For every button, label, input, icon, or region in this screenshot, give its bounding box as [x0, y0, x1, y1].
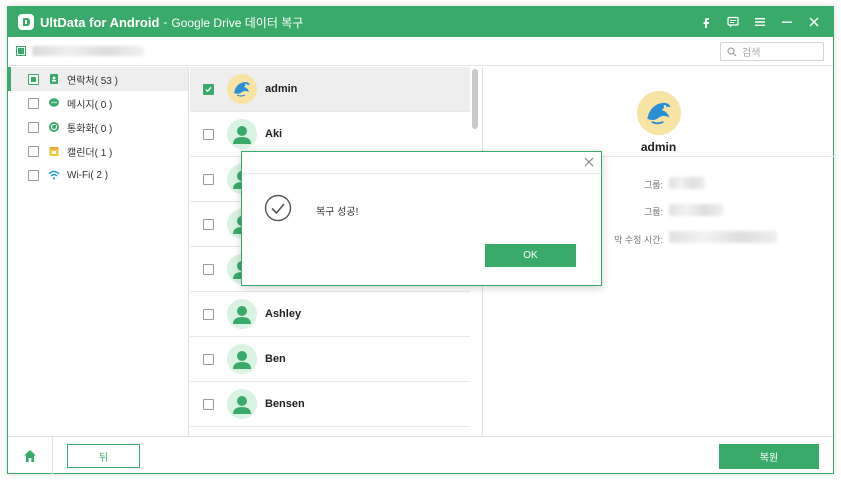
contact-checkbox[interactable]	[203, 353, 214, 365]
sidebar-item-label: Wi-Fi( 2 )	[67, 169, 109, 181]
group-value-blurred	[669, 177, 705, 189]
contact-checkbox[interactable]	[203, 128, 214, 140]
device-name-blurred	[32, 46, 144, 56]
modified-time-label: 막 수정 시간:	[614, 235, 663, 245]
list-scrollbar[interactable]	[472, 69, 478, 129]
app-logo-icon	[18, 14, 34, 30]
title-bar: UltData for Android - Google Drive 데이터 복…	[8, 7, 833, 37]
call-icon	[48, 121, 60, 133]
minimize-icon[interactable]	[773, 7, 800, 37]
window-controls	[692, 7, 827, 37]
contact-checkbox[interactable]	[203, 263, 214, 275]
contact-row[interactable]: Ashley	[190, 292, 470, 337]
wifi-icon	[48, 169, 60, 181]
person-avatar-icon	[227, 119, 257, 149]
contacts-icon	[48, 73, 60, 85]
bottom-bar: 뒤 복원	[8, 436, 833, 474]
search-icon	[727, 46, 737, 56]
message-icon	[48, 97, 60, 109]
dolphin-avatar-icon	[637, 91, 681, 135]
contact-checkbox[interactable]	[203, 218, 214, 230]
sidebar-item-messages[interactable]: 메시지( 0 )	[8, 91, 188, 115]
contact-row[interactable]: Bensen	[190, 382, 470, 427]
contact-name: admin	[265, 83, 298, 95]
contact-name: Bensen	[265, 398, 305, 410]
category-checkbox[interactable]	[28, 145, 39, 157]
home-icon	[24, 449, 36, 462]
contact-checkbox[interactable]	[203, 398, 214, 410]
app-name: UltData for Android	[40, 14, 160, 30]
person-avatar-icon	[227, 344, 257, 374]
sidebar-item-label: 캘린더( 1 )	[67, 147, 113, 159]
sidebar-item-wifi[interactable]: Wi-Fi( 2 )	[8, 163, 188, 187]
facebook-icon[interactable]	[692, 7, 719, 37]
group-label: 그룹:	[643, 180, 663, 190]
sidebar-item-label: 연락처( 53 )	[67, 75, 118, 87]
ok-button[interactable]: OK	[485, 244, 576, 267]
sidebar-item-contacts[interactable]: 연락처( 53 )	[8, 67, 188, 91]
search-input[interactable]: 검색	[720, 42, 824, 61]
category-checkbox[interactable]	[28, 73, 39, 85]
recover-button[interactable]: 복원	[719, 444, 819, 469]
sidebar-item-label: 메시지( 0 )	[67, 99, 113, 111]
contact-name: Ashley	[265, 308, 302, 320]
close-icon[interactable]	[800, 7, 827, 37]
menu-icon[interactable]	[746, 7, 773, 37]
modified-time-blurred	[669, 231, 777, 243]
person-avatar-icon	[227, 299, 257, 329]
contact-name: Ben	[265, 353, 286, 365]
contact-checkbox[interactable]	[203, 83, 214, 95]
window-subtitle: Google Drive 데이터 복구	[171, 15, 304, 30]
dialog-header	[242, 152, 601, 174]
feedback-icon[interactable]	[719, 7, 746, 37]
category-checkbox[interactable]	[28, 97, 39, 109]
home-button[interactable]	[8, 437, 53, 474]
contact-row[interactable]: Ben	[190, 337, 470, 382]
sidebar-item-calls[interactable]: 통화화( 0 )	[8, 115, 188, 139]
category-sidebar: 연락처( 53 ) 메시지( 0 ) 통화화( 0 ) 캘린더( 1 ) Wi-…	[8, 67, 189, 436]
top-row: 검색	[8, 37, 833, 66]
dolphin-avatar-icon	[227, 74, 257, 104]
success-dialog: 복구 성공! OK	[241, 151, 602, 286]
select-all-checkbox[interactable]	[16, 46, 26, 56]
title-separator: -	[163, 15, 168, 29]
contact-checkbox[interactable]	[203, 308, 214, 320]
success-message: 복구 성공!	[316, 207, 359, 218]
sidebar-item-calendar[interactable]: 캘린더( 1 )	[8, 139, 188, 163]
category-checkbox[interactable]	[28, 169, 39, 181]
check-circle-icon	[264, 194, 292, 222]
category-checkbox[interactable]	[28, 121, 39, 133]
group-label: 그룹:	[643, 207, 663, 217]
contact-row[interactable]: admin	[190, 67, 470, 112]
person-avatar-icon	[227, 389, 257, 419]
calendar-icon	[48, 145, 60, 157]
back-button[interactable]: 뒤	[67, 444, 140, 468]
sidebar-item-label: 통화화( 0 )	[67, 123, 113, 135]
app-window: UltData for Android - Google Drive 데이터 복…	[7, 6, 834, 474]
contact-checkbox[interactable]	[203, 173, 214, 185]
group-value-blurred	[669, 204, 723, 216]
dialog-close-icon[interactable]	[582, 155, 596, 169]
search-placeholder: 검색	[742, 48, 761, 59]
contact-name: Aki	[265, 128, 283, 140]
